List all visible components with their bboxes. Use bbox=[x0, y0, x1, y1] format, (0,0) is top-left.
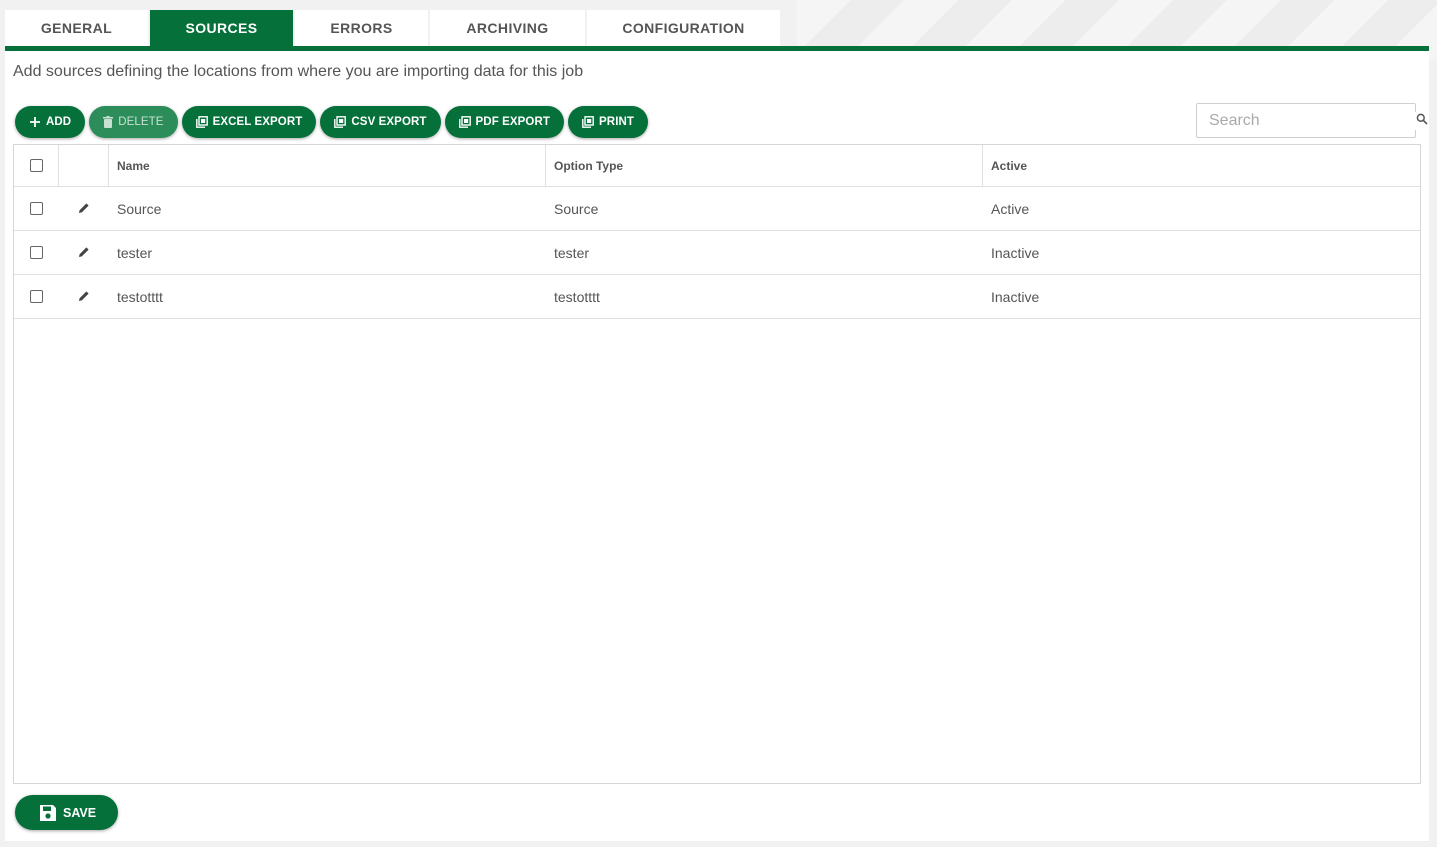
grid-header-row: Name Option Type Active bbox=[14, 145, 1420, 187]
save-button[interactable]: SAVE bbox=[15, 795, 118, 830]
search-icon[interactable] bbox=[1416, 112, 1428, 130]
delete-button-label: DELETE bbox=[118, 116, 164, 128]
tab-general[interactable]: GENERAL bbox=[5, 10, 148, 46]
export-icon bbox=[582, 116, 594, 128]
trash-icon bbox=[103, 116, 114, 128]
edit-column-header bbox=[59, 145, 109, 186]
sources-panel: Add sources defining the locations from … bbox=[5, 46, 1429, 841]
print-button-label: PRINT bbox=[599, 116, 635, 128]
column-header-name[interactable]: Name bbox=[109, 145, 546, 186]
page-description: Add sources defining the locations from … bbox=[13, 63, 584, 80]
add-button-label: ADD bbox=[46, 116, 72, 128]
pencil-icon[interactable] bbox=[78, 245, 90, 261]
option-type-cell: testotttt bbox=[554, 288, 600, 305]
edit-cell bbox=[59, 231, 109, 274]
row-checkbox[interactable] bbox=[30, 246, 43, 259]
row-checkbox[interactable] bbox=[30, 202, 43, 215]
column-header-active[interactable]: Active bbox=[983, 145, 1420, 186]
table-row[interactable]: Source Source Active bbox=[14, 187, 1420, 231]
table-row[interactable]: tester tester Inactive bbox=[14, 231, 1420, 275]
export-icon bbox=[458, 116, 471, 128]
export-icon bbox=[334, 116, 347, 128]
search-box bbox=[1196, 103, 1428, 138]
save-button-label: SAVE bbox=[63, 805, 97, 820]
select-all-checkbox[interactable] bbox=[29, 159, 43, 172]
csv-export-label: CSV EXPORT bbox=[351, 116, 427, 128]
plus-icon bbox=[29, 116, 41, 128]
add-button[interactable]: ADD bbox=[15, 106, 86, 138]
sources-grid: Name Option Type Active Source Source Ac… bbox=[13, 144, 1421, 784]
column-header-option-type[interactable]: Option Type bbox=[546, 145, 983, 186]
row-select-cell bbox=[14, 187, 59, 230]
active-cell: Inactive bbox=[991, 244, 1040, 261]
row-select-cell bbox=[14, 275, 59, 318]
edit-cell bbox=[59, 275, 109, 318]
csv-export-button[interactable]: CSV EXPORT bbox=[320, 106, 441, 138]
floppy-disk-icon bbox=[39, 804, 57, 822]
delete-button[interactable]: DELETE bbox=[89, 106, 178, 138]
excel-export-label: EXCEL EXPORT bbox=[212, 116, 303, 128]
pdf-export-label: PDF EXPORT bbox=[475, 116, 551, 128]
tab-bar: GENERAL SOURCES ERRORS ARCHIVING CONFIGU… bbox=[5, 10, 780, 46]
tab-configuration[interactable]: CONFIGURATION bbox=[587, 10, 780, 46]
pencil-icon[interactable] bbox=[78, 289, 90, 305]
active-cell: Inactive bbox=[991, 288, 1040, 305]
pdf-export-button[interactable]: PDF EXPORT bbox=[444, 106, 565, 138]
export-icon bbox=[195, 116, 208, 128]
excel-export-button[interactable]: EXCEL EXPORT bbox=[181, 106, 317, 138]
grid-toolbar: ADD DELETE EXCEL EXPORT CSV EXPORT PDF E… bbox=[15, 106, 649, 138]
name-cell: testotttt bbox=[117, 288, 163, 305]
tab-sources[interactable]: SOURCES bbox=[150, 10, 293, 46]
name-cell: Source bbox=[117, 200, 162, 217]
name-cell: tester bbox=[117, 244, 153, 261]
table-row[interactable]: testotttt testotttt Inactive bbox=[14, 275, 1420, 319]
option-type-cell: Source bbox=[554, 200, 599, 217]
row-checkbox[interactable] bbox=[30, 290, 43, 303]
search-input[interactable] bbox=[1209, 111, 1416, 130]
tab-errors[interactable]: ERRORS bbox=[295, 10, 428, 46]
tab-archiving[interactable]: ARCHIVING bbox=[430, 10, 585, 46]
edit-cell bbox=[59, 187, 109, 230]
active-cell: Active bbox=[991, 200, 1030, 217]
select-all-cell bbox=[14, 145, 59, 186]
pencil-icon[interactable] bbox=[78, 201, 90, 217]
option-type-cell: tester bbox=[554, 244, 590, 261]
print-button[interactable]: PRINT bbox=[568, 106, 649, 138]
row-select-cell bbox=[14, 231, 59, 274]
